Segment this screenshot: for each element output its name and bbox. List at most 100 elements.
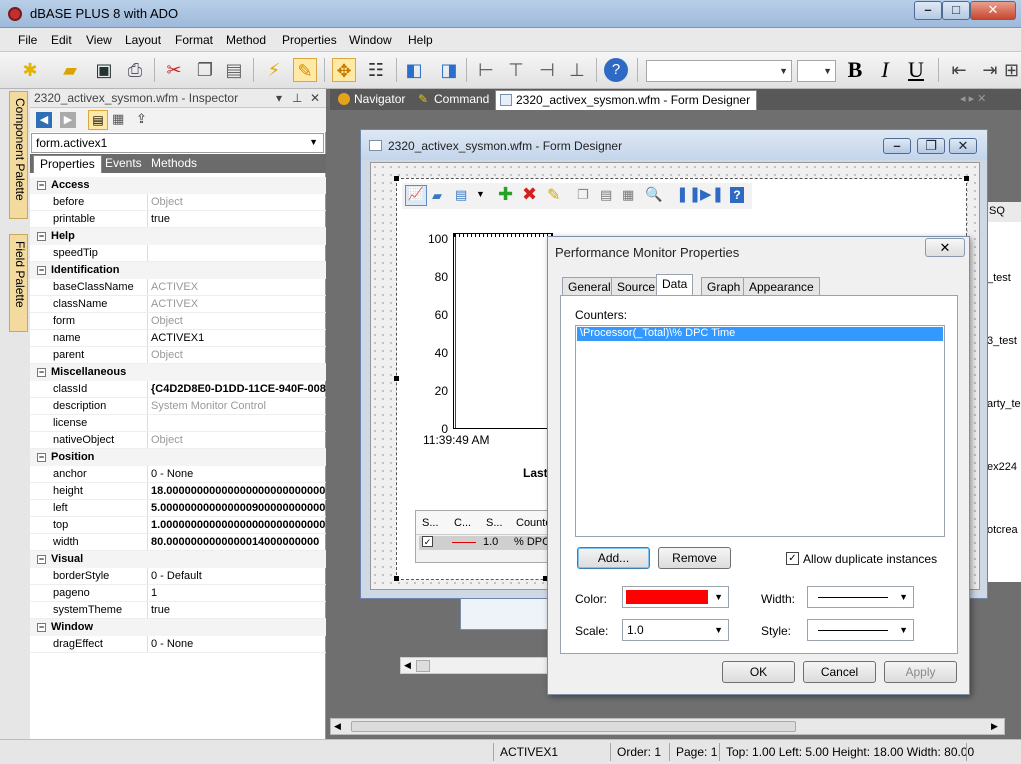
copy-icon[interactable]: ❐ (193, 58, 217, 82)
font-name-combo[interactable]: ▼ (646, 60, 792, 82)
property-value[interactable]: Object (151, 349, 326, 361)
remove-button[interactable]: Remove (658, 547, 731, 569)
property-row[interactable]: top 1.000000000000000000000000000 (30, 517, 326, 534)
cut-icon[interactable]: ✂ (162, 58, 186, 82)
scroll-right-icon[interactable]: ▶ (991, 721, 998, 732)
open-folder-icon[interactable]: ▰ (58, 58, 82, 82)
previous-page-icon[interactable]: ◧ (402, 58, 426, 82)
ok-button[interactable]: OK (722, 661, 795, 683)
collapse-icon[interactable]: − (37, 266, 46, 275)
tab-graph[interactable]: Graph (701, 277, 747, 296)
grab-handle[interactable] (394, 176, 399, 181)
tab-form-designer[interactable]: 2320_activex_sysmon.wfm - Form Designer (495, 90, 758, 110)
collapse-icon[interactable]: − (37, 368, 46, 377)
collapse-icon[interactable]: − (37, 453, 46, 462)
property-row[interactable]: parent Object (30, 347, 326, 364)
counters-list[interactable]: \Processor(_Total)\% DPC Time (575, 325, 945, 537)
minimize-button[interactable]: – (914, 1, 942, 20)
width-dropdown[interactable]: ▼ (807, 586, 914, 608)
property-row[interactable]: license (30, 415, 326, 432)
property-value[interactable]: System Monitor Control (151, 400, 326, 412)
align-top-icon[interactable]: ⊤ (504, 58, 528, 82)
align-right-icon[interactable]: ⊣ (535, 58, 559, 82)
counter-item[interactable]: \Processor(_Total)\% DPC Time (577, 327, 943, 341)
minimize-button[interactable]: – (883, 138, 911, 154)
next-page-icon[interactable]: ◨ (437, 58, 461, 82)
show-checkbox[interactable]: ✓ (422, 536, 433, 547)
object-selector[interactable]: form.activex1 ▼ (31, 133, 324, 153)
property-category[interactable]: − Identification (30, 262, 326, 279)
save-icon[interactable]: ▣ (92, 58, 116, 82)
property-category[interactable]: − Window (30, 619, 326, 636)
italic-button[interactable]: I (873, 58, 897, 82)
tab-methods[interactable]: Methods (145, 155, 203, 173)
collapse-icon[interactable]: − (37, 555, 46, 564)
property-category[interactable]: − Visual (30, 551, 326, 568)
scale-dropdown[interactable]: 1.0 ▼ (622, 619, 729, 641)
property-row[interactable]: width 80.0000000000000014000000000 (30, 534, 326, 551)
property-value[interactable]: 1 (151, 587, 326, 599)
property-value[interactable]: 5.000000000000000900000000000 (151, 502, 326, 514)
property-value[interactable]: Object (151, 315, 326, 327)
property-value[interactable]: 80.0000000000000014000000000 (151, 536, 326, 548)
property-value[interactable]: 1.000000000000000000000000000 (151, 519, 326, 531)
menu-window[interactable]: Window (349, 33, 392, 47)
property-value[interactable]: 0 - None (151, 638, 326, 650)
property-row[interactable]: baseClassName ACTIVEX (30, 279, 326, 296)
menu-format[interactable]: Format (175, 33, 213, 47)
paste-counter-icon[interactable]: ▤ (600, 187, 612, 203)
view-report-icon[interactable]: ▤ (455, 187, 467, 203)
run-lightning-icon[interactable]: ⚡ (262, 58, 286, 82)
menu-view[interactable]: View (86, 33, 112, 47)
property-row[interactable]: systemTheme true (30, 602, 326, 619)
property-row[interactable]: dragEffect 0 - None (30, 636, 326, 653)
list-item[interactable]: _test (987, 272, 1011, 284)
component-palette-tab[interactable]: Component Palette (9, 91, 28, 219)
property-row[interactable]: height 18.00000000000000000000000000 (30, 483, 326, 500)
field-palette-tab[interactable]: Field Palette (9, 234, 28, 332)
close-button[interactable]: ✕ (949, 138, 977, 154)
toolbar-overflow-icon[interactable]: ⊞ (1004, 58, 1019, 82)
property-category[interactable]: − Miscellaneous (30, 364, 326, 381)
property-value[interactable]: true (151, 604, 326, 616)
property-category[interactable]: − Help (30, 228, 326, 245)
property-value[interactable]: true (151, 213, 326, 225)
tab-data[interactable]: Data (656, 274, 694, 296)
list-item[interactable]: 3_test (987, 335, 1017, 347)
close-button[interactable]: ✕ (970, 1, 1016, 20)
list-item[interactable]: otcrea (987, 524, 1018, 536)
align-bottom-icon[interactable]: ⊥ (565, 58, 589, 82)
scrollbar-thumb[interactable] (416, 660, 430, 672)
copy-properties-icon[interactable]: ❐ (577, 187, 589, 203)
restore-button[interactable]: ❐ (917, 138, 945, 154)
collapse-icon[interactable]: − (37, 623, 46, 632)
help-icon[interactable]: ? (604, 58, 628, 82)
forward-icon[interactable]: ▶ (60, 112, 76, 128)
tab-order-icon[interactable]: ✥ (332, 58, 356, 82)
paste-icon[interactable]: ▤ (222, 58, 246, 82)
grab-handle[interactable] (964, 176, 969, 181)
delete-counter-icon[interactable]: ✖ (522, 184, 537, 205)
grab-handle[interactable] (394, 576, 399, 581)
bold-button[interactable]: B (843, 58, 867, 82)
tab-navigator[interactable]: Navigator (334, 90, 411, 110)
zoom-icon[interactable]: 🔍 (645, 186, 662, 203)
collapse-icon[interactable]: − (37, 232, 46, 241)
property-category[interactable]: − Access (30, 177, 326, 194)
add-counter-icon[interactable]: ✚ (498, 184, 513, 205)
property-row[interactable]: nativeObject Object (30, 432, 326, 449)
print-icon[interactable]: ⎙ (123, 58, 147, 82)
help-icon[interactable]: ? (730, 187, 744, 203)
expand-icon[interactable]: ⇪ (136, 111, 147, 127)
app-icon[interactable] (8, 7, 22, 21)
view-histogram-icon[interactable]: ▰ (432, 188, 442, 204)
dropdown-icon[interactable]: ▾ (276, 91, 282, 105)
property-row[interactable]: speedTip (30, 245, 326, 262)
color-dropdown[interactable]: ▼ (622, 586, 729, 608)
property-value[interactable]: 18.00000000000000000000000000 (151, 485, 326, 497)
property-row[interactable]: classId {C4D2D8E0-D1DD-11CE-940F-008 (30, 381, 326, 398)
horizontal-scrollbar[interactable]: ◀ ▶ (330, 718, 1005, 735)
align-left-icon[interactable]: ⊢ (474, 58, 498, 82)
add-button[interactable]: Add... (577, 547, 650, 569)
apply-button[interactable]: Apply (884, 661, 957, 683)
